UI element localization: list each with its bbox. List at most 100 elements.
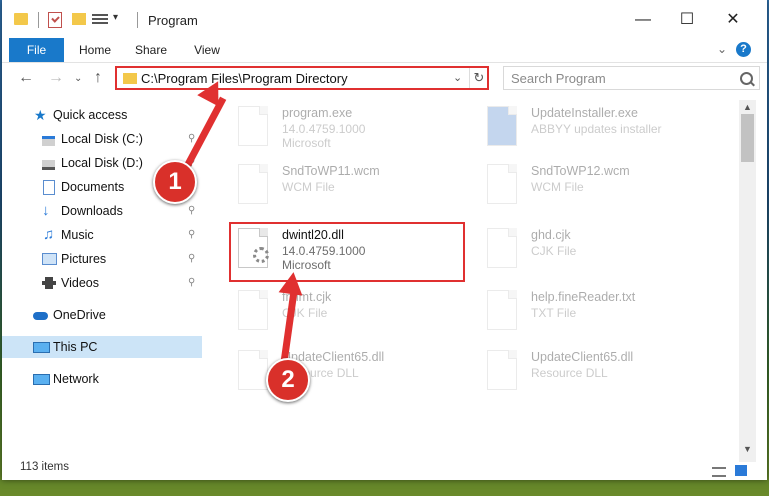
forward-arrow-icon[interactable]: →: [48, 69, 64, 87]
expand-ribbon-chevron-icon[interactable]: ⌄: [717, 42, 727, 56]
document-icon: [238, 290, 268, 330]
file-item[interactable]: UpdateClient65.dll Resource DLL: [479, 346, 719, 396]
up-arrow-icon[interactable]: ↑: [94, 69, 102, 87]
search-placeholder[interactable]: Search Program: [511, 71, 606, 86]
document-icon: [487, 164, 517, 204]
help-icon[interactable]: ?: [736, 42, 751, 57]
sidebar-item-this-pc[interactable]: This PC: [2, 336, 202, 358]
details-view-icon[interactable]: [712, 467, 726, 477]
sidebar-item-label: Pictures: [61, 252, 107, 266]
sidebar-item-network[interactable]: Network: [2, 368, 202, 390]
status-bar: 113 items: [2, 461, 767, 480]
exe-file-icon: [238, 106, 268, 146]
sidebar-item-onedrive[interactable]: OneDrive: [2, 304, 202, 326]
view-properties-icon[interactable]: [92, 12, 108, 26]
folder-icon: [123, 73, 137, 84]
pin-icon[interactable]: ⚲: [188, 272, 195, 294]
sidebar-item-label: Network: [53, 372, 99, 386]
file-name: SndToWP12.wcm: [531, 164, 630, 178]
new-folder-icon[interactable]: [72, 13, 86, 25]
scroll-thumb[interactable]: [741, 114, 754, 162]
tab-view[interactable]: View: [184, 38, 230, 62]
sidebar-item-label: Downloads: [61, 204, 123, 218]
sidebar-item-label: OneDrive: [53, 308, 106, 322]
pictures-icon: [42, 253, 57, 265]
window-title: Program: [148, 13, 198, 28]
sidebar-item-local-disk-c[interactable]: Local Disk (C:) ⚲: [2, 128, 202, 150]
file-name: help.fineReader.txt: [531, 290, 636, 304]
sidebar-item-pictures[interactable]: Pictures ⚲: [2, 248, 202, 270]
document-icon: [238, 164, 268, 204]
file-company: Microsoft: [282, 136, 331, 150]
tab-home[interactable]: Home: [72, 38, 118, 62]
pin-icon[interactable]: ⚲: [188, 200, 195, 222]
file-name: ghd.cjk: [531, 228, 571, 242]
scroll-down-arrow-icon[interactable]: ▼: [743, 444, 752, 454]
sidebar-item-quick-access[interactable]: ★ Quick access: [2, 104, 202, 126]
file-item[interactable]: program.exe 14.0.4759.1000 Microsoft: [230, 102, 470, 152]
customize-toolbar-chevron-icon[interactable]: ▾: [113, 12, 118, 23]
file-item[interactable]: ghd.cjk CJK File: [479, 224, 719, 274]
file-item[interactable]: SndToWP12.wcm WCM File: [479, 160, 719, 210]
sidebar-item-label: Videos: [61, 276, 99, 290]
sidebar-item-label: Local Disk (D:): [61, 156, 143, 170]
tab-share[interactable]: Share: [128, 38, 174, 62]
dll-file-icon: [238, 350, 268, 390]
file-name: SndToWP11.wcm: [282, 164, 380, 178]
pin-icon[interactable]: ⚲: [188, 248, 195, 270]
sidebar-item-label: Documents: [61, 180, 125, 194]
cloud-icon: [33, 312, 48, 320]
address-dropdown-chevron-icon[interactable]: ⌄: [453, 71, 462, 84]
folder-icon[interactable]: [14, 13, 28, 25]
search-box[interactable]: Search Program: [503, 66, 760, 90]
highlight-box: [229, 222, 465, 282]
minimize-button[interactable]: —: [620, 8, 666, 32]
pin-icon[interactable]: ⚲: [188, 224, 195, 246]
address-path[interactable]: C:\Program Files\Program Directory: [141, 71, 348, 86]
installer-icon: [487, 106, 517, 146]
document-icon: [487, 290, 517, 330]
navigation-bar: ← → ⌄ ↑ C:\Program Files\Program Directo…: [2, 63, 767, 93]
file-name: program.exe: [282, 106, 353, 120]
file-version: 14.0.4759.1000: [282, 122, 366, 136]
sidebar-item-label: Music: [61, 228, 94, 242]
maximize-button[interactable]: ☐: [664, 8, 710, 32]
close-button[interactable]: ✕: [710, 8, 756, 32]
file-type: CJK File: [531, 244, 577, 258]
file-type: WCM File: [531, 180, 584, 194]
sidebar-item-music[interactable]: ♫ Music ⚲: [2, 224, 202, 246]
network-icon: [33, 374, 50, 385]
file-name: UpdateClient65.dll: [531, 350, 634, 364]
tab-file[interactable]: File: [9, 38, 64, 62]
file-item[interactable]: SndToWP11.wcm WCM File: [230, 160, 470, 210]
file-type: WCM File: [282, 180, 335, 194]
recent-locations-chevron-icon[interactable]: ⌄: [74, 73, 82, 84]
file-item[interactable]: help.fineReader.txt TXT File: [479, 286, 719, 336]
file-item[interactable]: fntlmt.cjk CJK File: [230, 286, 470, 336]
star-icon: ★: [34, 107, 47, 123]
sidebar-item-label: This PC: [53, 340, 98, 354]
file-item[interactable]: UpdateClient65.dll Resource DLL: [230, 346, 470, 396]
item-count: 113 items: [20, 461, 70, 473]
documents-icon: [43, 180, 55, 195]
file-description: ABBYY updates installer: [531, 122, 662, 136]
step-badge-1: 1: [153, 160, 197, 204]
refresh-icon[interactable]: ↻: [469, 68, 488, 88]
file-item[interactable]: UpdateInstaller.exe ABBYY updates instal…: [479, 102, 719, 152]
sidebar-item-label: Local Disk (C:): [61, 132, 143, 146]
explorer-window: ▾ Program — ☐ ✕ File Home Share View ⌄ ?…: [2, 0, 767, 480]
sidebar-item-videos[interactable]: Videos ⚲: [2, 272, 202, 294]
back-arrow-icon[interactable]: ←: [18, 69, 34, 87]
ribbon-tabs: File Home Share View ⌄ ?: [2, 38, 767, 63]
vertical-scrollbar[interactable]: ▲ ▼: [739, 100, 756, 462]
title-bar: ▾ Program — ☐ ✕: [2, 0, 767, 38]
file-type: Resource DLL: [531, 366, 608, 380]
address-bar[interactable]: C:\Program Files\Program Directory ⌄ ↻: [115, 66, 489, 90]
search-icon[interactable]: [740, 72, 753, 85]
properties-check-icon[interactable]: [48, 12, 62, 28]
scroll-up-arrow-icon[interactable]: ▲: [743, 102, 752, 112]
music-note-icon: ♫: [43, 226, 55, 243]
film-icon: [42, 277, 56, 289]
large-icons-view-icon[interactable]: [735, 465, 747, 476]
divider: [38, 12, 39, 28]
